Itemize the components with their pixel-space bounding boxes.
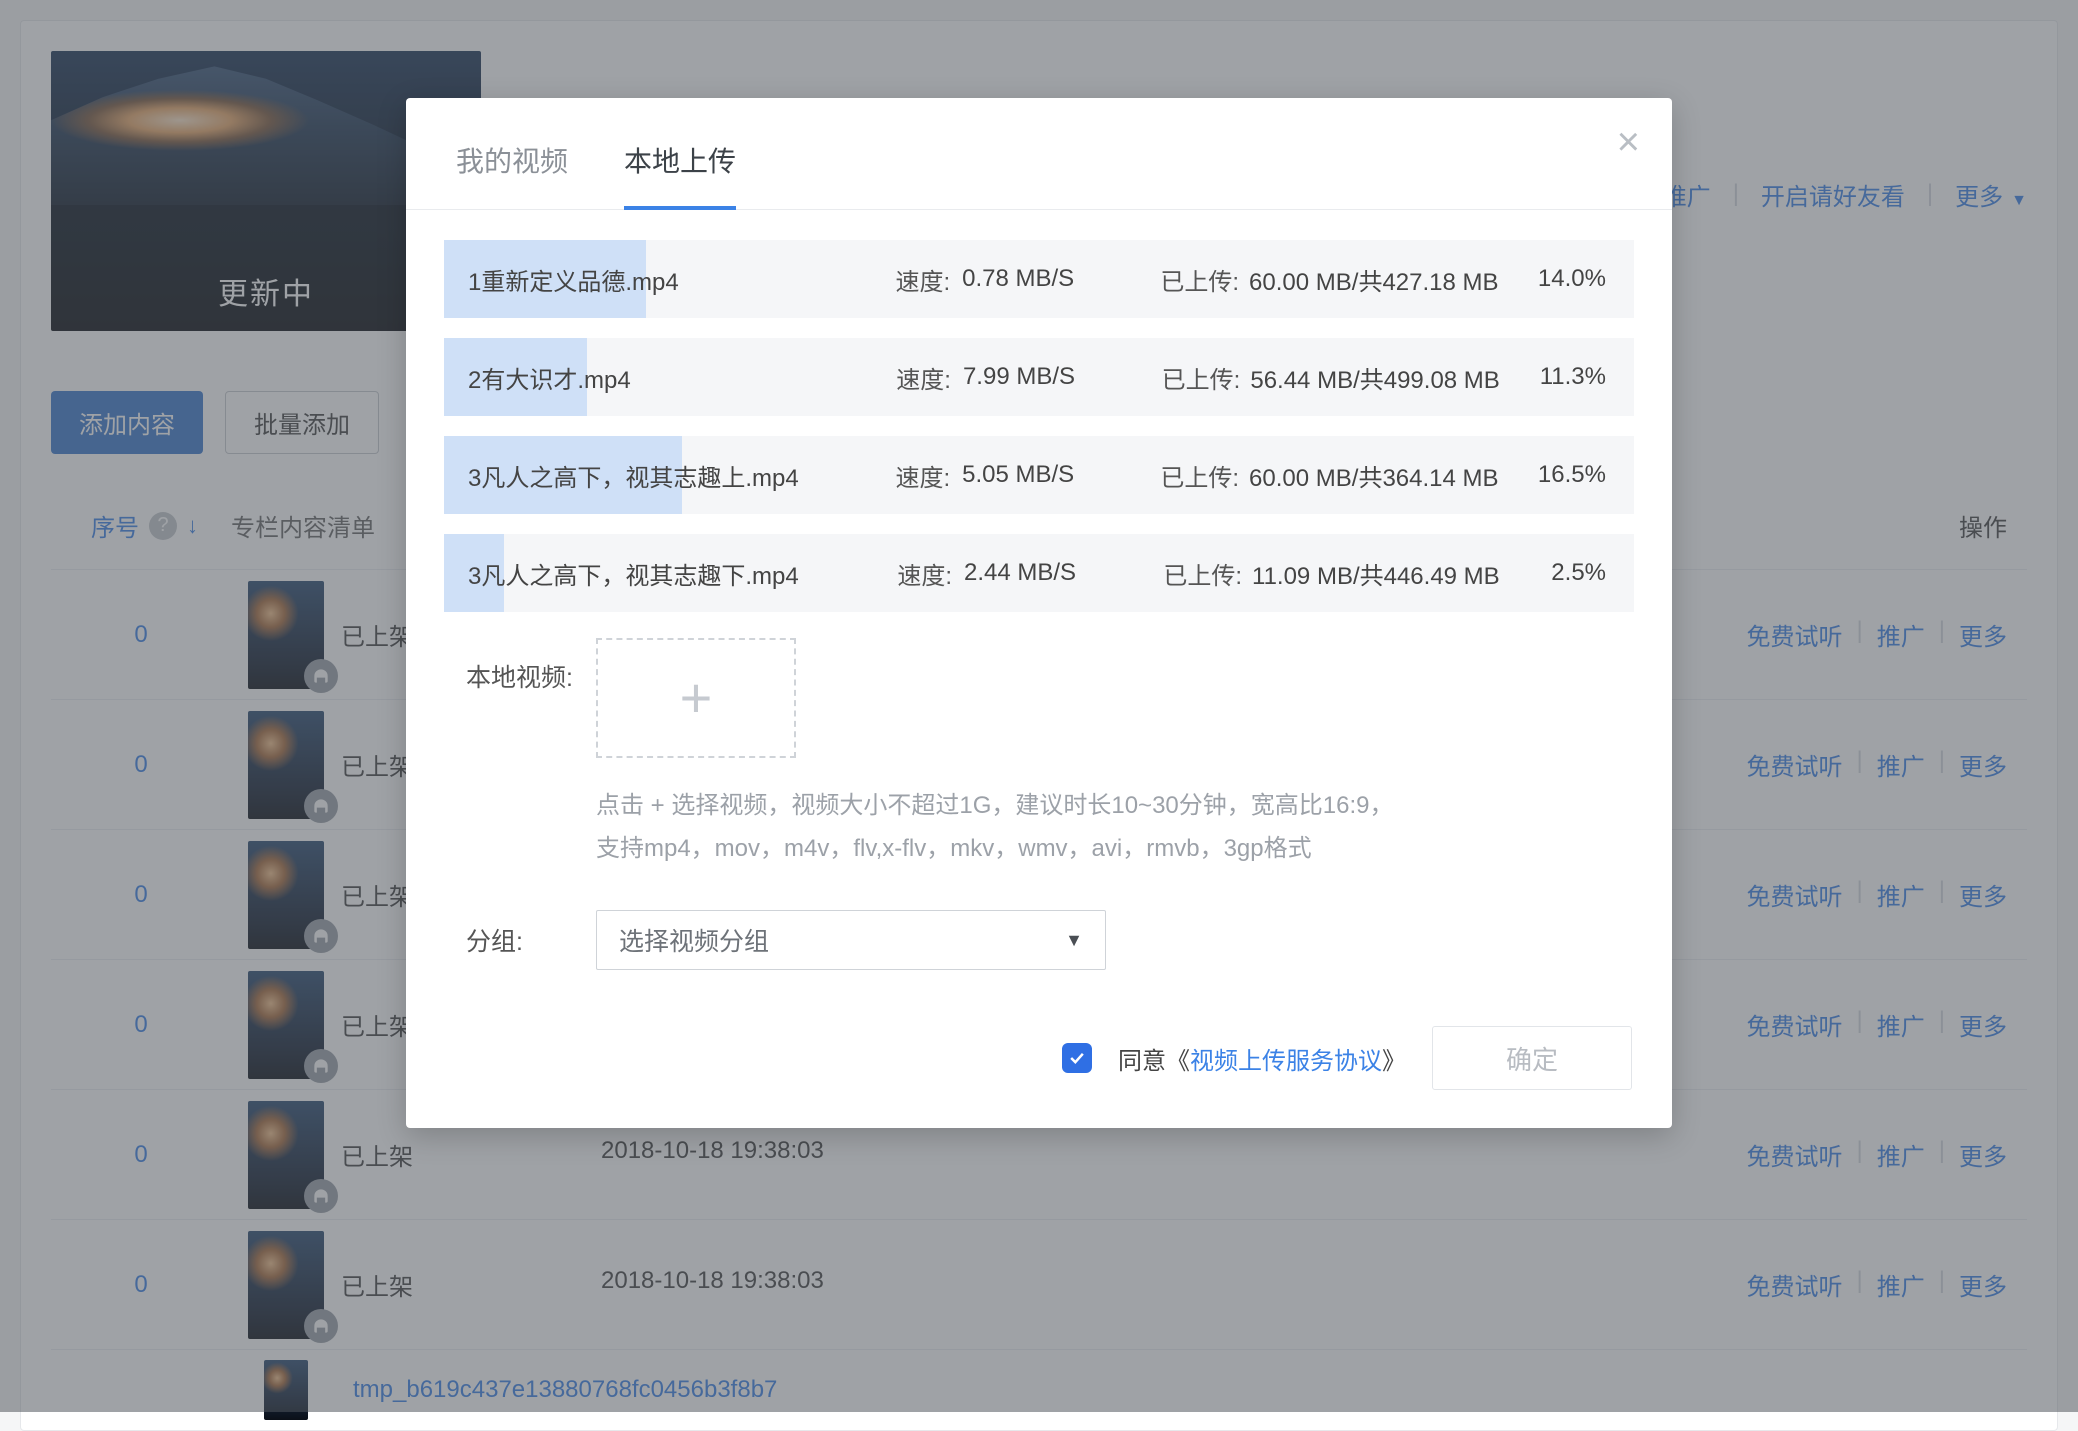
- local-video-row: 本地视频: +: [466, 638, 1612, 758]
- modal-tabs: 我的视频 本地上传: [406, 98, 1672, 210]
- upload-row: 2有大识才.mp4 速度: 7.99 MB/S 已上传: 56.44 MB/共4…: [444, 338, 1634, 416]
- agreement-link[interactable]: 视频上传服务协议: [1190, 1048, 1382, 1075]
- upload-speed-value: 0.78 MB/S: [950, 265, 1119, 293]
- upload-row: 1重新定义品德.mp4 速度: 0.78 MB/S 已上传: 60.00 MB/…: [444, 240, 1634, 318]
- group-placeholder: 选择视频分组: [619, 922, 769, 958]
- upload-speed-value: 7.99 MB/S: [951, 363, 1121, 391]
- modal-overlay[interactable]: × 我的视频 本地上传 1重新定义品德.mp4 速度: 0.78 MB/S 已上…: [0, 0, 2078, 1412]
- upload-filename: 2有大识才.mp4: [444, 360, 863, 395]
- modal-footer: 同意《视频上传服务协议》 确定: [406, 996, 1672, 1096]
- tab-my-videos[interactable]: 我的视频: [456, 140, 568, 209]
- upload-modal: × 我的视频 本地上传 1重新定义品德.mp4 速度: 0.78 MB/S 已上…: [406, 98, 1672, 1128]
- upload-uploaded-value: 11.09 MB/共446.49 MB: [1242, 556, 1542, 591]
- upload-uploaded-label: 已上传:: [1122, 556, 1242, 591]
- upload-percent: 14.0%: [1538, 265, 1634, 293]
- agree-checkbox[interactable]: [1062, 1043, 1092, 1073]
- group-row: 分组: 选择视频分组 ▼: [466, 910, 1612, 970]
- confirm-button[interactable]: 确定: [1432, 1026, 1632, 1090]
- upload-percent: 11.3%: [1540, 363, 1634, 391]
- close-icon[interactable]: ×: [1617, 122, 1640, 162]
- upload-speed-value: 5.05 MB/S: [950, 461, 1119, 489]
- upload-form: 本地视频: + 点击 + 选择视频，视频大小不超过1G，建议时长10~30分钟，…: [406, 612, 1672, 970]
- add-video-dropzone[interactable]: +: [596, 638, 796, 758]
- upload-uploaded-value: 60.00 MB/共364.14 MB: [1239, 458, 1538, 493]
- upload-filename: 1重新定义品德.mp4: [444, 262, 862, 297]
- upload-speed-label: 速度:: [864, 556, 952, 591]
- upload-speed-label: 速度:: [863, 360, 951, 395]
- hint-line-1: 点击 + 选择视频，视频大小不超过1G，建议时长10~30分钟，宽高比16:9，: [596, 784, 1612, 827]
- agree-prefix: 同意《: [1118, 1048, 1190, 1075]
- upload-list: 1重新定义品德.mp4 速度: 0.78 MB/S 已上传: 60.00 MB/…: [406, 210, 1672, 612]
- upload-hint: 点击 + 选择视频，视频大小不超过1G，建议时长10~30分钟，宽高比16:9，…: [596, 784, 1612, 870]
- upload-uploaded-label: 已上传:: [1120, 458, 1240, 493]
- hint-line-2: 支持mp4，mov，m4v，flv,x-flv，mkv，wmv，avi，rmvb…: [596, 827, 1612, 870]
- upload-uploaded-value: 56.44 MB/共499.08 MB: [1240, 360, 1539, 395]
- upload-speed-value: 2.44 MB/S: [952, 559, 1122, 587]
- group-select[interactable]: 选择视频分组 ▼: [596, 910, 1106, 970]
- check-icon: [1067, 1048, 1087, 1068]
- chevron-down-icon: ▼: [1065, 930, 1083, 951]
- group-label: 分组:: [466, 922, 596, 958]
- local-video-label: 本地视频:: [466, 638, 596, 694]
- upload-row: 3凡人之高下，视其志趣下.mp4 速度: 2.44 MB/S 已上传: 11.0…: [444, 534, 1634, 612]
- upload-row: 3凡人之高下，视其志趣上.mp4 速度: 5.05 MB/S 已上传: 60.0…: [444, 436, 1634, 514]
- agree-text: 同意《视频上传服务协议》: [1118, 1041, 1406, 1076]
- upload-uploaded-label: 已上传:: [1121, 360, 1241, 395]
- upload-filename: 3凡人之高下，视其志趣上.mp4: [444, 458, 862, 493]
- agree-suffix: 》: [1382, 1048, 1406, 1075]
- upload-speed-label: 速度:: [862, 458, 950, 493]
- upload-filename: 3凡人之高下，视其志趣下.mp4: [444, 556, 864, 591]
- tab-local-upload[interactable]: 本地上传: [624, 140, 736, 210]
- upload-percent: 16.5%: [1538, 461, 1634, 489]
- upload-uploaded-value: 60.00 MB/共427.18 MB: [1239, 262, 1538, 297]
- upload-speed-label: 速度:: [862, 262, 950, 297]
- upload-percent: 2.5%: [1542, 559, 1634, 587]
- plus-icon: +: [680, 670, 713, 726]
- upload-uploaded-label: 已上传:: [1120, 262, 1240, 297]
